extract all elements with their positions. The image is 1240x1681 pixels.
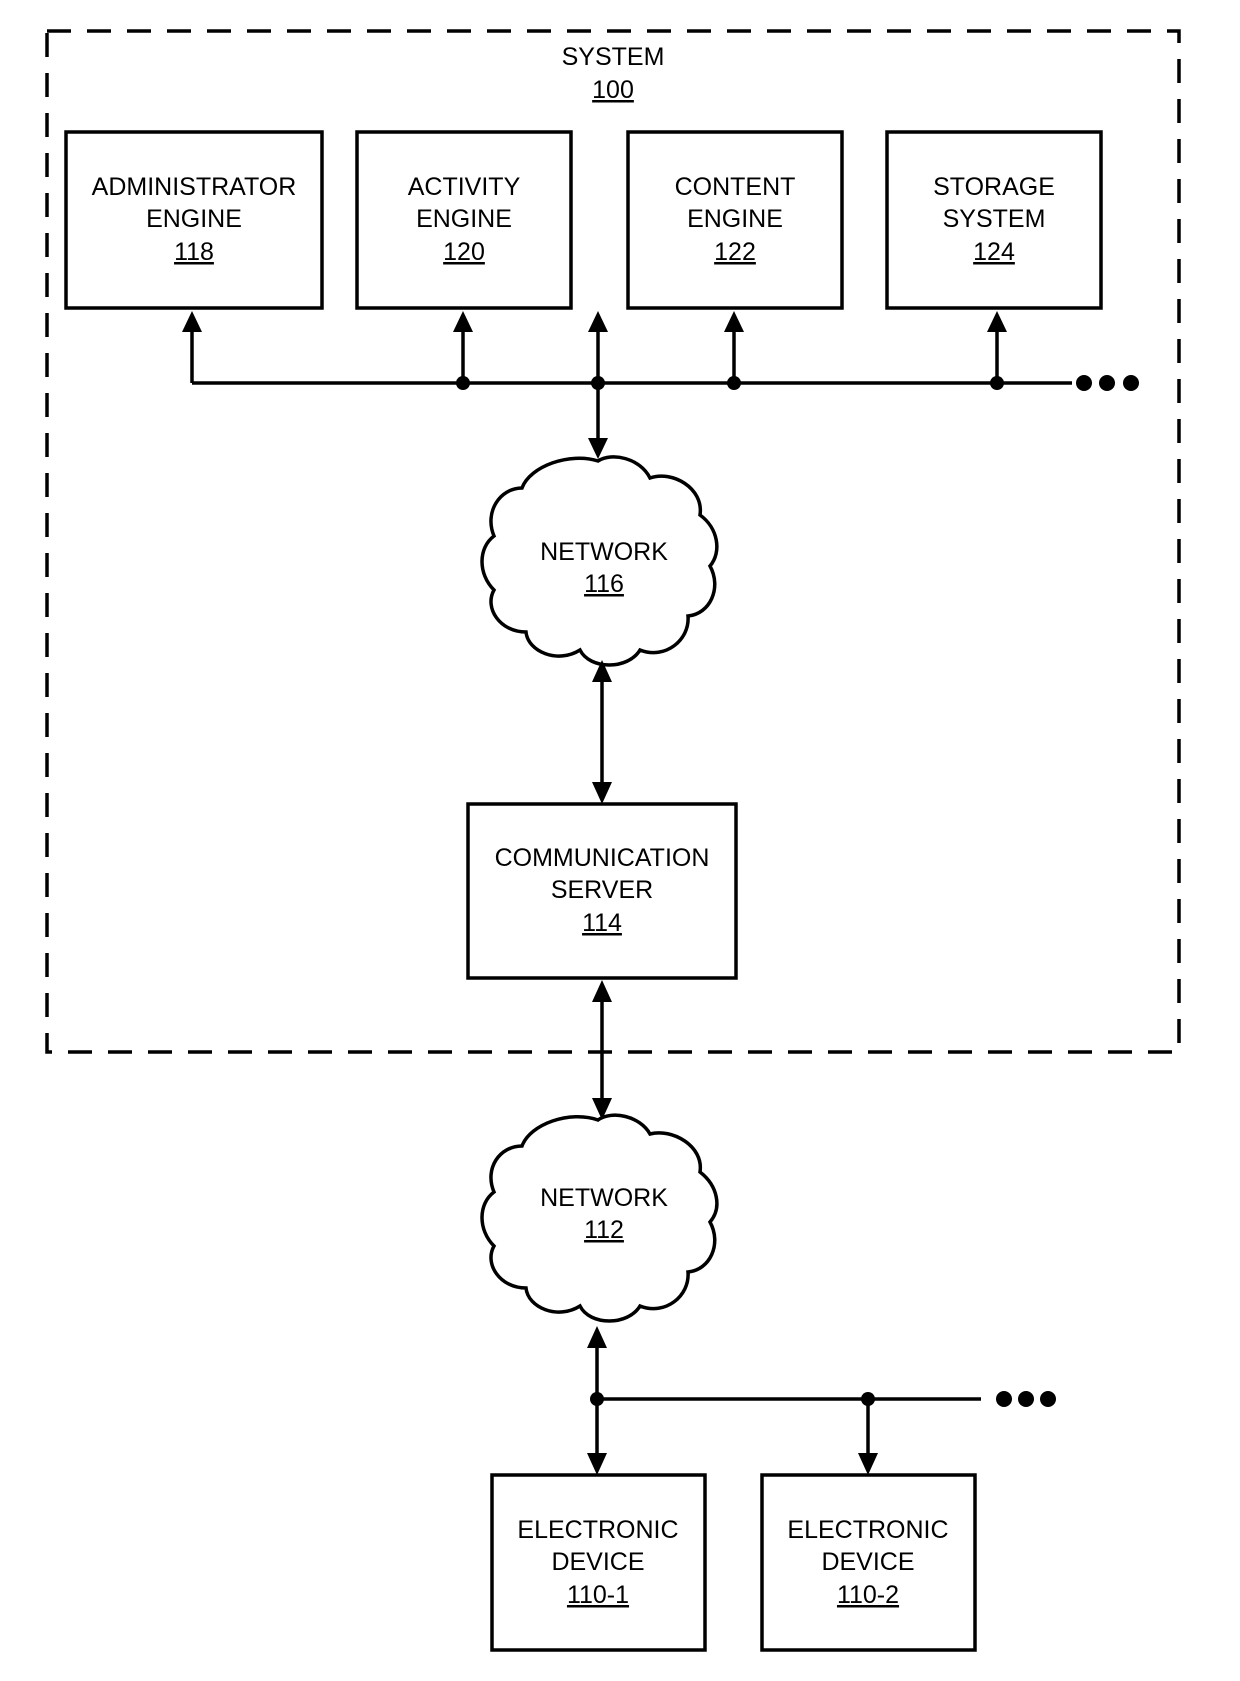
link-network116-commserver	[592, 660, 612, 804]
activity-engine-box[interactable]: ACTIVITY ENGINE 120	[355, 130, 573, 310]
admin-line1: ADMINISTRATOR	[92, 173, 297, 201]
system-diagram: SYSTEM 100 ADMINISTRATOR ENGINE 118 ACTI…	[45, 29, 1181, 1652]
admin-ref: 118	[174, 238, 214, 266]
device1-ref: 110-1	[567, 1581, 629, 1609]
system-label: SYSTEM	[562, 43, 665, 71]
junction-dot	[590, 1392, 604, 1406]
arrow-head-down	[587, 1453, 607, 1475]
content-engine-box[interactable]: CONTENT ENGINE 122	[626, 130, 844, 310]
storage-system-box[interactable]: STORAGE SYSTEM 124	[885, 130, 1103, 310]
activity-ref: 120	[443, 238, 485, 266]
commserver-ref: 114	[582, 909, 622, 937]
electronic-device-110-1-box[interactable]: ELECTRONIC DEVICE 110-1	[490, 1473, 707, 1652]
network-116-cloud[interactable]: NETWORK 116	[480, 455, 719, 667]
content-line1: CONTENT	[675, 173, 796, 201]
activity-line1: ACTIVITY	[408, 173, 521, 201]
junction-dot	[591, 376, 605, 390]
arrow-head-down	[858, 1453, 878, 1475]
ellipsis-icon	[1076, 375, 1139, 391]
link-commserver-network112	[592, 980, 612, 1120]
storage-ref: 124	[973, 238, 1015, 266]
system-ref: 100	[592, 76, 634, 104]
internal-bus	[182, 311, 1139, 459]
network-116-label: NETWORK	[540, 538, 668, 566]
commserver-line2: SERVER	[551, 876, 653, 904]
device1-line2: DEVICE	[551, 1548, 644, 1576]
device2-line2: DEVICE	[821, 1548, 914, 1576]
storage-line1: STORAGE	[933, 173, 1055, 201]
content-ref: 122	[714, 238, 756, 266]
admin-line2: ENGINE	[146, 205, 242, 233]
administrator-engine-box[interactable]: ADMINISTRATOR ENGINE 118	[64, 130, 324, 310]
device2-line1: ELECTRONIC	[787, 1516, 948, 1544]
arrow-head-up	[587, 1326, 607, 1348]
junction-dot	[727, 376, 741, 390]
ellipsis-icon	[996, 1391, 1056, 1407]
junction-dot	[990, 376, 1004, 390]
device2-ref: 110-2	[837, 1581, 899, 1609]
arrow-head-up	[453, 311, 473, 332]
content-line2: ENGINE	[687, 205, 783, 233]
arrow-head-up	[724, 311, 744, 332]
communication-server-box[interactable]: COMMUNICATION SERVER 114	[466, 802, 738, 980]
electronic-device-110-2-box[interactable]: ELECTRONIC DEVICE 110-2	[760, 1473, 977, 1652]
commserver-line1: COMMUNICATION	[495, 844, 710, 872]
arrow-head-up	[182, 311, 202, 332]
device1-line1: ELECTRONIC	[517, 1516, 678, 1544]
arrow-head-down	[588, 438, 608, 459]
external-bus	[587, 1326, 1056, 1475]
network-112-ref: 112	[584, 1216, 624, 1244]
network-112-cloud[interactable]: NETWORK 112	[480, 1113, 719, 1323]
arrow-head-up	[588, 311, 608, 332]
junction-dot	[861, 1392, 875, 1406]
junction-dot	[456, 376, 470, 390]
storage-line2: SYSTEM	[943, 205, 1046, 233]
network-116-ref: 116	[584, 570, 624, 598]
arrow-head-up	[987, 311, 1007, 332]
network-112-label: NETWORK	[540, 1184, 668, 1212]
activity-line2: ENGINE	[416, 205, 512, 233]
